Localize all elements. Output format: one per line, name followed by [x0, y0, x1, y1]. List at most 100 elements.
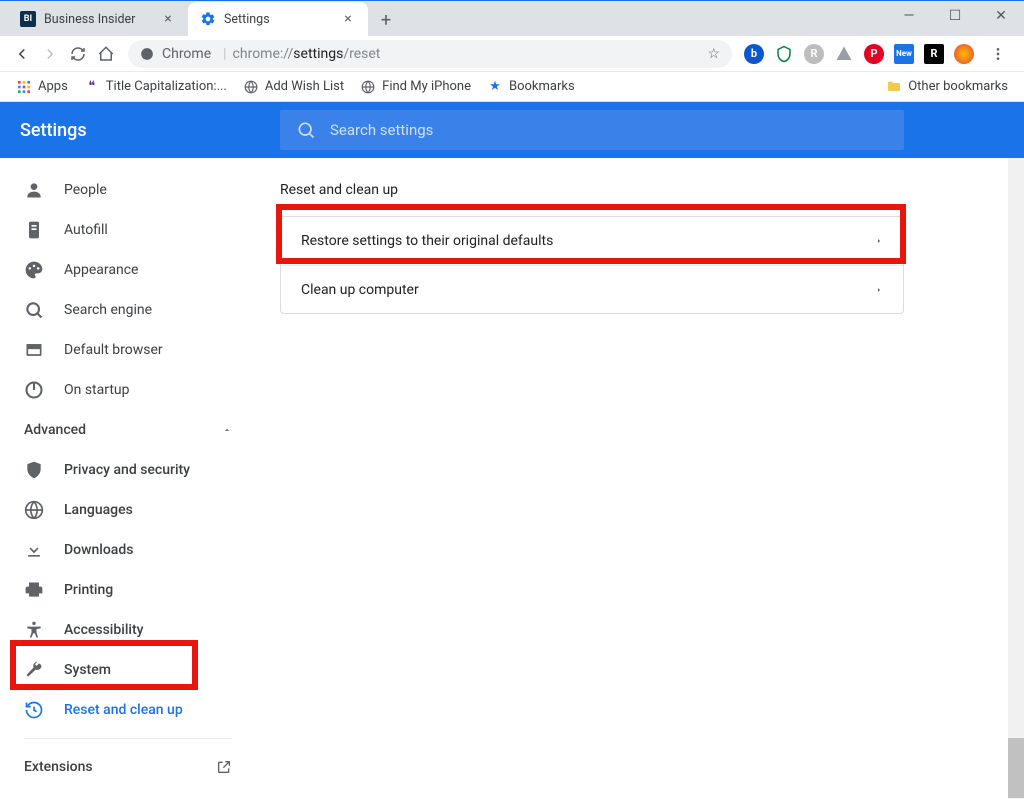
search-settings-input[interactable] — [330, 121, 888, 139]
sidebar-item-on-startup[interactable]: On startup — [0, 370, 256, 410]
row-label: Restore settings to their original defau… — [301, 233, 553, 249]
external-link-icon — [216, 759, 232, 775]
ext-icon[interactable]: R — [804, 44, 824, 64]
bookmark-label: Add Wish List — [265, 79, 344, 94]
minimize-button[interactable]: — — [886, 1, 932, 31]
sidebar-item-printing[interactable]: Printing — [0, 570, 256, 610]
sidebar-item-reset[interactable]: Reset and clean up — [0, 690, 256, 730]
url-scheme-label: Chrome — [162, 46, 211, 62]
sidebar-item-accessibility[interactable]: Accessibility — [0, 610, 256, 650]
sidebar-label: Accessibility — [64, 622, 143, 638]
bookmark-label: Find My iPhone — [382, 79, 471, 94]
bookmark-item[interactable]: ★ Bookmarks — [479, 79, 583, 95]
chevron-up-icon — [222, 425, 232, 435]
sidebar-item-extensions[interactable]: Extensions — [0, 747, 256, 787]
chevron-right-icon — [875, 286, 883, 294]
ext-icon[interactable]: New — [894, 44, 914, 64]
sidebar-label: Autofill — [64, 222, 108, 238]
advanced-label: Advanced — [24, 422, 86, 438]
section-title: Reset and clean up — [280, 182, 904, 198]
other-bookmarks[interactable]: Other bookmarks — [878, 79, 1016, 95]
extension-icons: b R P New R — [740, 40, 1016, 68]
maximize-button[interactable]: ☐ — [932, 1, 978, 31]
ext-icon[interactable]: R — [924, 44, 944, 64]
home-button[interactable] — [92, 40, 120, 68]
row-label: Clean up computer — [301, 282, 419, 298]
apps-icon — [16, 79, 32, 95]
back-button[interactable] — [8, 40, 36, 68]
close-icon[interactable]: × — [160, 11, 176, 27]
print-icon — [24, 580, 44, 600]
bookmark-item[interactable]: ❝ Title Capitalization:... — [76, 79, 235, 95]
address-bar[interactable]: Chrome | chrome://settings/reset ☆ — [128, 40, 732, 68]
autofill-icon — [24, 220, 44, 240]
sidebar-advanced-toggle[interactable]: Advanced — [0, 410, 256, 450]
sidebar-item-about[interactable]: About Chrome — [0, 787, 256, 799]
bookmarks-bar: Apps ❝ Title Capitalization:... Add Wish… — [0, 72, 1024, 102]
sidebar-item-autofill[interactable]: Autofill — [0, 210, 256, 250]
new-tab-button[interactable]: + — [372, 6, 400, 34]
download-icon — [24, 540, 44, 560]
sidebar-label: Printing — [64, 582, 113, 598]
window-titlebar: BI Business Insider × Settings × + — ☐ ✕ — [0, 0, 1024, 36]
tab-settings[interactable]: Settings × — [188, 2, 368, 36]
globe-icon — [360, 79, 376, 95]
clean-up-computer-row[interactable]: Clean up computer — [281, 265, 903, 313]
sidebar-label: Languages — [64, 502, 133, 518]
chrome-menu-button[interactable] — [984, 40, 1012, 68]
search-icon — [296, 120, 316, 140]
bookmark-label: Bookmarks — [509, 79, 575, 94]
bookmark-star-icon[interactable]: ☆ — [707, 46, 720, 62]
sidebar-item-downloads[interactable]: Downloads — [0, 530, 256, 570]
sidebar-label: Downloads — [64, 542, 133, 558]
sidebar-item-search-engine[interactable]: Search engine — [0, 290, 256, 330]
search-settings-box[interactable] — [280, 110, 904, 150]
close-icon[interactable]: × — [340, 11, 356, 27]
ext-icon[interactable]: b — [744, 44, 764, 64]
sidebar-item-appearance[interactable]: Appearance — [0, 250, 256, 290]
bookmark-item[interactable]: Add Wish List — [235, 79, 352, 95]
content-scrollbar[interactable] — [1008, 158, 1024, 799]
url-suffix: /reset — [343, 46, 380, 62]
profile-avatar[interactable] — [954, 44, 974, 64]
sidebar-label: System — [64, 662, 111, 678]
tab-business-insider[interactable]: BI Business Insider × — [8, 2, 188, 36]
apps-shortcut[interactable]: Apps — [8, 79, 76, 95]
restore-settings-row[interactable]: Restore settings to their original defau… — [281, 217, 903, 265]
tab-title: Settings — [224, 12, 340, 27]
bookmark-label: Title Capitalization:... — [106, 79, 227, 94]
sidebar-label: Privacy and security — [64, 462, 190, 478]
bookmark-label: Other bookmarks — [908, 79, 1008, 94]
page-title: Settings — [20, 120, 240, 141]
sidebar-item-people[interactable]: People — [0, 170, 256, 210]
bookmark-label: Apps — [38, 79, 68, 94]
bookmark-favicon: ❝ — [84, 79, 100, 95]
sidebar-item-system[interactable]: System — [0, 650, 256, 690]
ext-icon[interactable] — [834, 44, 854, 64]
url-main: settings — [293, 46, 343, 62]
reset-card: Restore settings to their original defau… — [280, 216, 904, 314]
sidebar-label: Default browser — [64, 342, 163, 358]
reload-button[interactable] — [64, 40, 92, 68]
palette-icon — [24, 260, 44, 280]
close-window-button[interactable]: ✕ — [978, 1, 1024, 31]
settings-main: People Autofill Appearance Search engine… — [0, 158, 1024, 799]
pinterest-icon[interactable]: P — [864, 44, 884, 64]
scrollbar-thumb[interactable] — [1008, 738, 1024, 798]
bi-favicon: BI — [20, 11, 36, 27]
bookmark-item[interactable]: Find My iPhone — [352, 79, 479, 95]
ext-icon[interactable] — [774, 44, 794, 64]
forward-button[interactable] — [36, 40, 64, 68]
sidebar-label: Appearance — [64, 262, 138, 278]
extensions-label: Extensions — [24, 759, 93, 775]
power-icon — [24, 380, 44, 400]
sidebar-item-languages[interactable]: Languages — [0, 490, 256, 530]
wrench-icon — [24, 660, 44, 680]
folder-icon — [886, 79, 902, 95]
chrome-icon — [140, 47, 154, 61]
restore-icon — [24, 700, 44, 720]
sidebar-item-privacy[interactable]: Privacy and security — [0, 450, 256, 490]
sidebar-item-default-browser[interactable]: Default browser — [0, 330, 256, 370]
settings-sidebar: People Autofill Appearance Search engine… — [0, 158, 256, 799]
star-icon: ★ — [487, 79, 503, 95]
